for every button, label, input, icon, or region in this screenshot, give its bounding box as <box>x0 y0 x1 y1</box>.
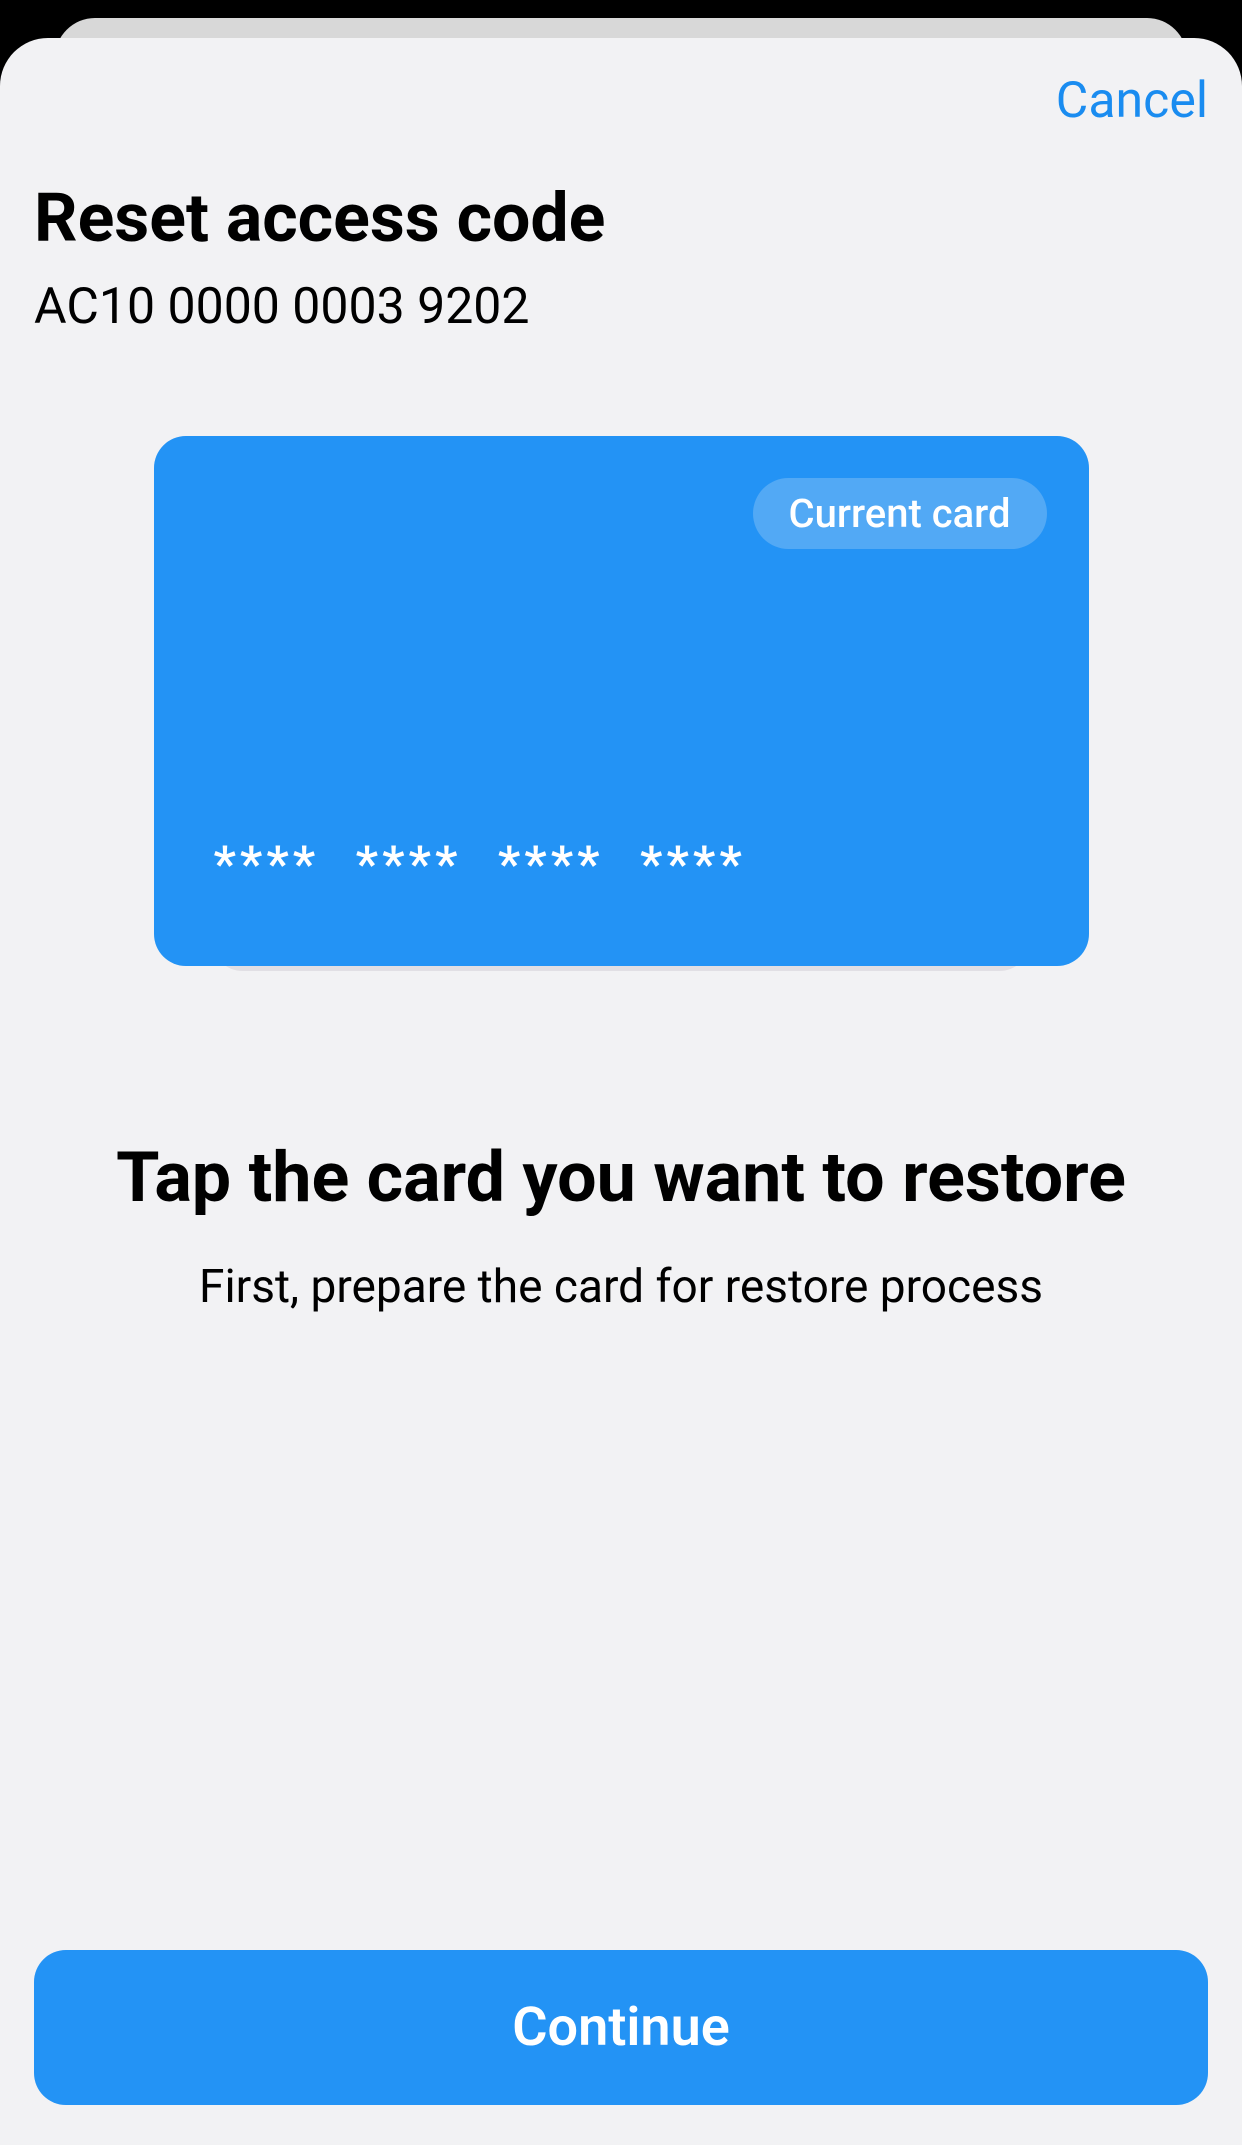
page-title: Reset access code <box>34 178 1208 258</box>
current-card[interactable]: Current card **** **** **** **** <box>154 436 1089 966</box>
modal-sheet: Cancel Reset access code AC10 0000 0003 … <box>0 38 1242 2145</box>
current-card-badge: Current card <box>753 478 1047 549</box>
instruction-subtitle: First, prepare the card for restore proc… <box>34 1260 1208 1314</box>
card-masked-number: **** **** **** **** <box>214 836 746 894</box>
cancel-button[interactable]: Cancel <box>1056 72 1208 130</box>
card-container: Current card **** **** **** **** <box>34 436 1208 966</box>
access-code-label: AC10 0000 0003 9202 <box>34 278 1208 336</box>
header-row: Cancel <box>34 72 1208 130</box>
continue-button[interactable]: Continue <box>34 1950 1208 2105</box>
instruction-title: Tap the card you want to restore <box>34 1136 1208 1220</box>
instruction-section: Tap the card you want to restore First, … <box>34 1136 1208 1950</box>
